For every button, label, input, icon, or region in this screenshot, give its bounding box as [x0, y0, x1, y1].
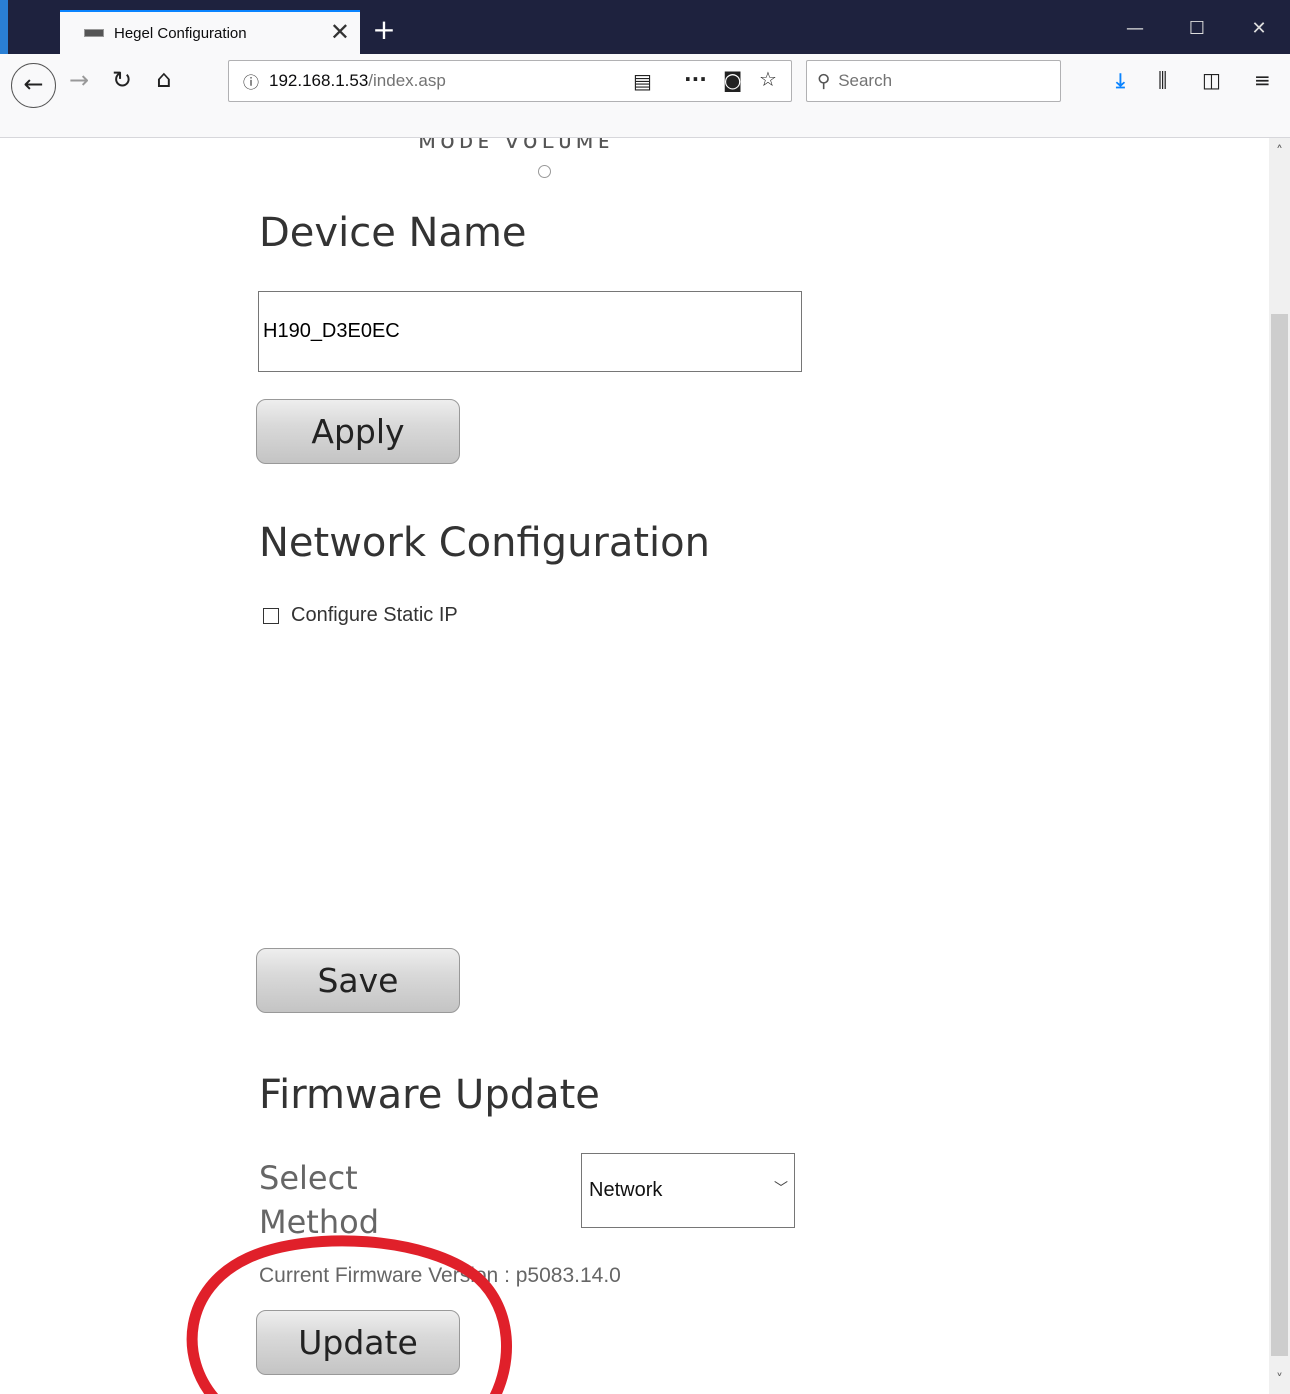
- hegel-favicon-icon: [84, 29, 104, 37]
- scroll-up-icon[interactable]: ˄: [1269, 144, 1290, 160]
- scroll-down-icon[interactable]: ˅: [1269, 1372, 1290, 1388]
- download-icon[interactable]: ⤓: [1116, 68, 1125, 92]
- method-select[interactable]: Network ﹀: [581, 1153, 795, 1228]
- device-name-input[interactable]: [258, 291, 802, 372]
- scrollbar-thumb[interactable]: [1271, 314, 1288, 1356]
- more-actions-icon[interactable]: ···: [684, 67, 707, 91]
- back-arrow-icon[interactable]: ←: [11, 63, 56, 108]
- static-ip-label: Configure Static IP: [291, 604, 458, 626]
- chevron-down-icon: ﹀: [774, 1181, 788, 1197]
- static-ip-checkbox[interactable]: [263, 607, 279, 624]
- select-method-label: Select Method: [259, 1159, 380, 1241]
- update-button[interactable]: Update: [256, 1310, 460, 1375]
- window-edge: [0, 0, 8, 54]
- method-select-value: Network: [589, 1179, 663, 1201]
- home-icon[interactable]: ⌂: [150, 65, 178, 93]
- tab-title: Hegel Configuration: [114, 24, 247, 42]
- search-input[interactable]: [838, 71, 1039, 91]
- navigation-toolbar: ← → ↻ ⌂ ⓘ 192.168.1.53/index.asp ▤ ··· ◙…: [0, 54, 1290, 138]
- firmware-version-label: Current Firmware Version :: [259, 1264, 516, 1287]
- url-bar[interactable]: ⓘ 192.168.1.53/index.asp ▤ ··· ◙ ☆: [228, 60, 792, 102]
- title-bar: Hegel Configuration ✕ + — ☐ ✕: [0, 0, 1290, 54]
- save-button[interactable]: Save: [256, 948, 460, 1013]
- firmware-version-value: p5083.14.0: [515, 1264, 621, 1287]
- maximize-icon[interactable]: ☐: [1174, 14, 1220, 44]
- bookmark-star-icon[interactable]: ☆: [759, 67, 777, 91]
- device-name-heading: Device Name: [259, 210, 527, 256]
- network-configuration-heading: Network Configuration: [259, 520, 710, 566]
- vertical-scrollbar[interactable]: ˄ ˅: [1269, 138, 1290, 1394]
- forward-arrow-icon[interactable]: →: [66, 66, 92, 94]
- firmware-update-heading: Firmware Update: [259, 1072, 600, 1118]
- static-ip-row: Configure Static IP: [263, 604, 458, 627]
- new-tab-button[interactable]: +: [368, 10, 400, 50]
- menu-icon[interactable]: ≡: [1254, 68, 1271, 92]
- browser-window: Hegel Configuration ✕ + — ☐ ✕ ← → ↻ ⌂ ⓘ …: [0, 0, 1290, 1394]
- close-window-icon[interactable]: ✕: [1236, 14, 1282, 44]
- pocket-icon[interactable]: ◙: [723, 68, 742, 92]
- apply-button[interactable]: Apply: [256, 399, 460, 464]
- page-viewport: ᴍᴏᴅᴇ ᴠᴏʟᴜᴍᴇ Device Name Apply Network Co…: [8, 138, 1269, 1394]
- library-icon[interactable]: ⫼: [1158, 68, 1167, 92]
- info-icon[interactable]: ⓘ: [243, 69, 259, 93]
- search-bar[interactable]: ⚲: [806, 60, 1061, 102]
- minimize-icon[interactable]: —: [1112, 14, 1158, 44]
- url-path: /index.asp: [368, 71, 446, 90]
- sidebar-icon[interactable]: ◫: [1202, 68, 1221, 92]
- close-tab-icon[interactable]: ✕: [330, 18, 350, 46]
- radio-button[interactable]: [538, 165, 551, 178]
- cutoff-text: ᴍᴏᴅᴇ ᴠᴏʟᴜᴍᴇ: [418, 138, 614, 154]
- firmware-version: Current Firmware Version : p5083.14.0: [259, 1264, 621, 1288]
- tab-hegel-configuration[interactable]: Hegel Configuration ✕: [60, 10, 360, 54]
- search-icon: ⚲: [817, 70, 831, 92]
- reload-icon[interactable]: ↻: [108, 66, 136, 94]
- url-host: 192.168.1.53: [269, 71, 369, 90]
- reader-view-icon[interactable]: ▤: [633, 69, 652, 93]
